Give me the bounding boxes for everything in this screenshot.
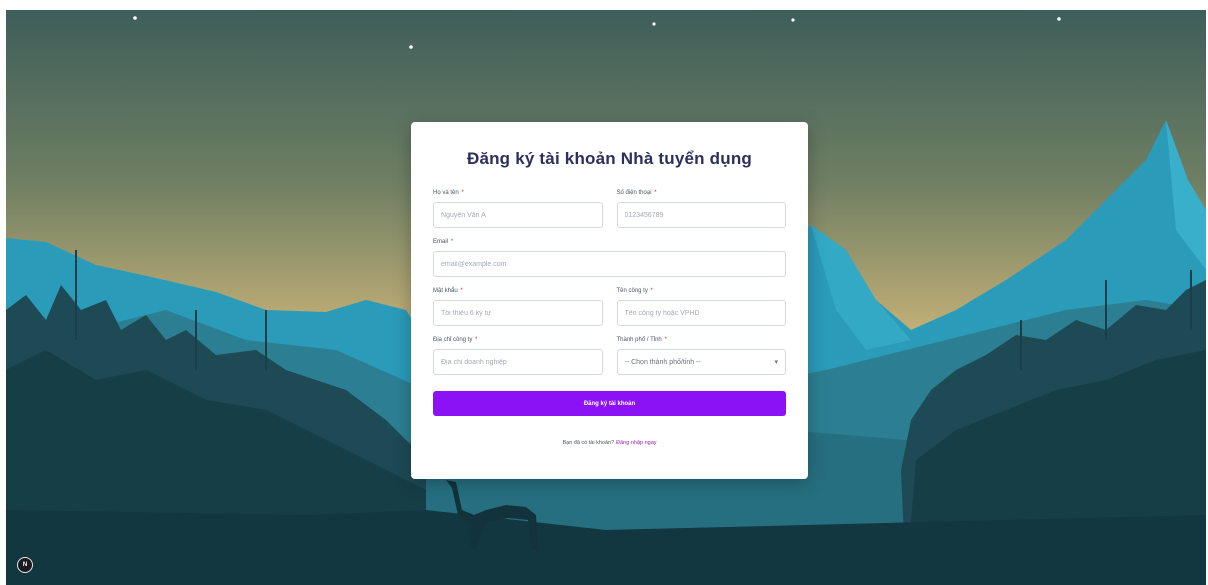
chevron-down-icon: ▾	[774, 359, 778, 366]
email-label: Email *	[433, 239, 454, 245]
phone-field: Số điện thoại *	[616, 189, 786, 228]
company-address-field: Địa chỉ công ty *	[433, 336, 603, 375]
city-field: Thành phố / Tỉnh * -- Chọn thành phố/tỉn…	[616, 336, 786, 375]
star-icon	[409, 45, 413, 49]
n-logo-icon[interactable]: N	[17, 557, 33, 573]
city-select-value: -- Chọn thành phố/tỉnh --	[624, 358, 701, 366]
form-row-email: Email *	[433, 238, 786, 277]
register-button[interactable]: Đăng ký tài khoản	[433, 391, 786, 416]
star-icon	[1057, 17, 1061, 21]
email-input[interactable]	[433, 251, 786, 277]
password-label: Mật khẩu *	[433, 288, 463, 294]
full-name-label: Họ và tên *	[433, 190, 464, 196]
form-row-password-company: Mật khẩu * Tên công ty *	[433, 287, 786, 326]
company-name-field: Tên công ty *	[616, 287, 786, 326]
email-field: Email *	[433, 238, 786, 277]
password-field: Mật khẩu *	[433, 287, 603, 326]
form-row-address-city: Địa chỉ công ty * Thành phố / Tỉnh * -- …	[433, 336, 786, 375]
company-name-label: Tên công ty *	[616, 288, 653, 294]
registration-card: Đăng ký tài khoản Nhà tuyển dụng Họ và t…	[411, 122, 808, 479]
phone-label: Số điện thoại *	[616, 190, 657, 196]
star-icon	[652, 22, 656, 26]
submit-wrapper: Đăng ký tài khoản	[433, 391, 786, 416]
page-title: Đăng ký tài khoản Nhà tuyển dụng	[466, 149, 753, 168]
company-address-input[interactable]	[433, 349, 603, 375]
login-prompt: Bạn đã có tài khoản? Đăng nhập ngay	[433, 440, 786, 446]
full-name-input[interactable]	[433, 202, 603, 228]
full-name-field: Họ và tên *	[433, 189, 603, 228]
widget-badge-text: N	[22, 562, 28, 568]
login-prompt-text: Bạn đã có tài khoản?	[562, 440, 615, 446]
city-label: Thành phố / Tỉnh *	[616, 337, 667, 343]
login-link[interactable]: Đăng nhập ngay	[616, 440, 656, 446]
star-icon	[133, 16, 137, 20]
password-input[interactable]	[433, 300, 603, 326]
company-address-label: Địa chỉ công ty *	[433, 337, 478, 343]
phone-input[interactable]	[616, 202, 786, 228]
form-row-name-phone: Họ và tên * Số điện thoại *	[433, 189, 786, 228]
company-name-input[interactable]	[616, 300, 786, 326]
city-select[interactable]: -- Chọn thành phố/tỉnh -- ▾	[616, 349, 786, 375]
star-icon	[791, 18, 795, 22]
